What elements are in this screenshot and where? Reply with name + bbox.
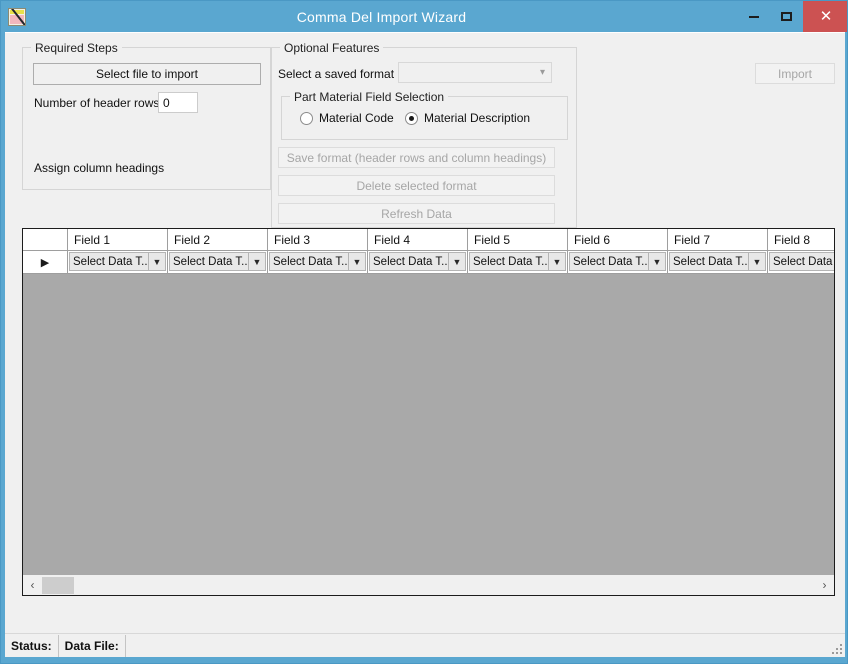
data-type-value: Select Data T... (70, 256, 148, 268)
status-label: Status: (5, 635, 59, 657)
row-selector-cell[interactable]: ▶ (23, 251, 68, 274)
grid-horizontal-scrollbar[interactable]: ‹ › (23, 574, 834, 595)
header-rows-label: Number of header rows (34, 96, 159, 110)
grid-empty-body (23, 274, 834, 574)
scrollbar-thumb[interactable] (42, 577, 74, 594)
maximize-button[interactable] (770, 1, 803, 32)
data-type-combobox[interactable]: Select Data T...▼ (269, 252, 366, 271)
scroll-right-icon[interactable]: › (815, 576, 834, 595)
grid-column-header[interactable]: Field 1 (68, 229, 168, 251)
title-bar: Comma Del Import Wizard ✕ (1, 1, 848, 32)
grid-column-header[interactable]: Field 5 (468, 229, 568, 251)
grid-datatype-cell[interactable]: Select Data T...▼ (368, 251, 468, 274)
chevron-down-icon[interactable]: ▼ (748, 253, 765, 270)
data-type-value: Select Data T... (470, 256, 548, 268)
data-type-combobox[interactable]: Select Data T...▼ (169, 252, 266, 271)
chevron-down-icon[interactable]: ▼ (448, 253, 465, 270)
status-bar: Status: Data File: (5, 633, 845, 657)
chevron-down-icon[interactable]: ▼ (148, 253, 165, 270)
refresh-data-button[interactable]: Refresh Data (278, 203, 555, 224)
scroll-left-icon[interactable]: ‹ (23, 576, 42, 595)
header-rows-input[interactable]: 0 (158, 92, 198, 113)
radio-material-description-label: Material Description (424, 111, 530, 125)
client-area: Required Steps Select file to import Num… (5, 32, 845, 657)
part-material-field-selection-group: Part Material Field Selection Material C… (281, 96, 568, 140)
application-window: Comma Del Import Wizard ✕ Required Steps… (0, 0, 848, 664)
data-type-combobox[interactable]: Select Data T...▼ (369, 252, 466, 271)
status-value (126, 635, 845, 657)
data-type-value: Select Data T... (570, 256, 648, 268)
saved-format-label: Select a saved format (278, 67, 394, 81)
radio-material-description[interactable]: Material Description (405, 111, 530, 125)
data-file-label: Data File: (59, 635, 126, 657)
grid-column-header[interactable]: Field 8 (768, 229, 834, 251)
minimize-button[interactable] (737, 1, 770, 32)
radio-material-code-label: Material Code (319, 111, 394, 125)
resize-grip-icon[interactable] (830, 642, 842, 654)
grid-header-row: Field 1Field 2Field 3Field 4Field 5Field… (23, 229, 834, 251)
close-button[interactable]: ✕ (803, 1, 848, 32)
data-type-combobox[interactable]: Select Data T...▼ (469, 252, 566, 271)
grid-column-header[interactable]: Field 3 (268, 229, 368, 251)
data-type-combobox[interactable]: Select Data T...▼ (69, 252, 166, 271)
data-type-combobox[interactable]: Select Data T...▼ (569, 252, 666, 271)
grid-datatype-cell[interactable]: Select Data T...▼ (568, 251, 668, 274)
scrollbar-track[interactable] (42, 576, 815, 595)
optional-features-group: Optional Features Select a saved format … (271, 47, 577, 228)
grid-corner-cell (23, 229, 68, 251)
grid-column-header[interactable]: Field 4 (368, 229, 468, 251)
import-button[interactable]: Import (755, 63, 835, 84)
data-type-combobox[interactable]: Select Data T...▼ (669, 252, 766, 271)
radio-indicator (405, 112, 418, 125)
data-type-combobox[interactable]: Select Data T...▼ (769, 252, 834, 271)
select-file-button[interactable]: Select file to import (33, 63, 261, 85)
grid-column-header[interactable]: Field 2 (168, 229, 268, 251)
data-type-value: Select Data T... (770, 256, 834, 268)
grid-datatype-cell[interactable]: Select Data T...▼ (768, 251, 834, 274)
saved-format-combobox[interactable]: ▾ (398, 62, 552, 83)
grid-datatype-row: ▶ Select Data T...▼Select Data T...▼Sele… (23, 251, 834, 274)
grid-datatype-cell[interactable]: Select Data T...▼ (168, 251, 268, 274)
required-steps-title: Required Steps (31, 41, 122, 55)
chevron-down-icon[interactable]: ▼ (248, 253, 265, 270)
data-grid: Field 1Field 2Field 3Field 4Field 5Field… (22, 228, 835, 596)
data-type-value: Select Data T... (370, 256, 448, 268)
radio-indicator (300, 112, 313, 125)
grid-viewport: Field 1Field 2Field 3Field 4Field 5Field… (23, 229, 834, 574)
chevron-down-icon[interactable]: ▾ (534, 63, 551, 82)
data-type-value: Select Data T... (170, 256, 248, 268)
chevron-down-icon[interactable]: ▼ (648, 253, 665, 270)
grid-column-header[interactable]: Field 6 (568, 229, 668, 251)
data-type-value: Select Data T... (270, 256, 348, 268)
chevron-down-icon[interactable]: ▼ (348, 253, 365, 270)
grid-datatype-cell[interactable]: Select Data T...▼ (268, 251, 368, 274)
optional-features-title: Optional Features (280, 41, 383, 55)
grid-datatype-cell[interactable]: Select Data T...▼ (668, 251, 768, 274)
part-material-title: Part Material Field Selection (290, 90, 448, 104)
required-steps-group: Required Steps Select file to import Num… (22, 47, 271, 190)
spreadsheet-document-icon (8, 8, 26, 26)
radio-material-code[interactable]: Material Code (300, 111, 394, 125)
grid-column-header[interactable]: Field 7 (668, 229, 768, 251)
window-title: Comma Del Import Wizard (26, 9, 737, 25)
data-type-value: Select Data T... (670, 256, 748, 268)
minimize-icon (749, 16, 759, 18)
delete-selected-format-button[interactable]: Delete selected format (278, 175, 555, 196)
grid-datatype-cell[interactable]: Select Data T...▼ (68, 251, 168, 274)
maximize-icon (781, 12, 792, 21)
window-controls: ✕ (737, 1, 848, 32)
chevron-down-icon[interactable]: ▼ (548, 253, 565, 270)
assign-column-headings-label: Assign column headings (34, 161, 164, 175)
grid-datatype-cell[interactable]: Select Data T...▼ (468, 251, 568, 274)
save-format-button[interactable]: Save format (header rows and column head… (278, 147, 555, 168)
